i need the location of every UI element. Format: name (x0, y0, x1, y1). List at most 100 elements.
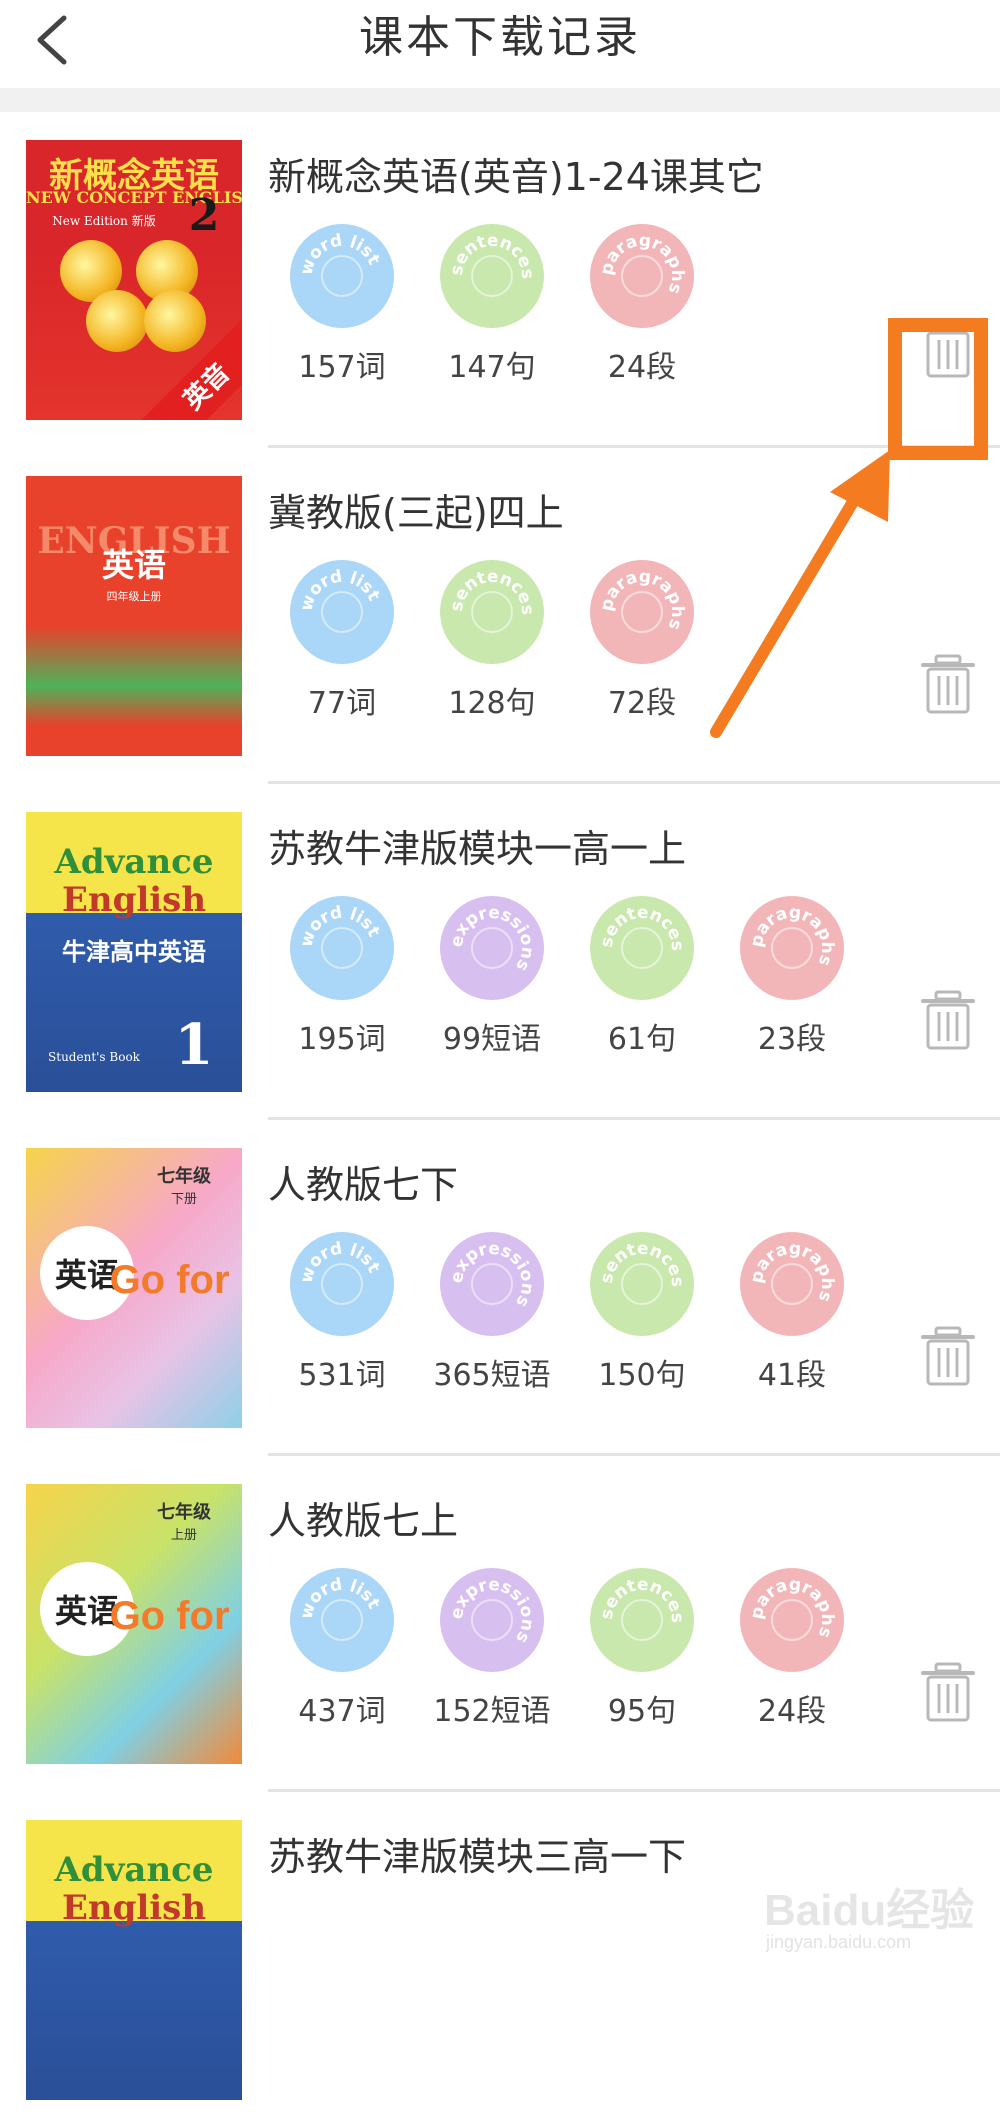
sentence-badge[interactable]: sentences (440, 560, 544, 664)
cover-volume-text: 上册 (170, 1528, 197, 1543)
paragraph-badge-icon: paragraphs (597, 567, 687, 633)
paragraph-badge-icon: paragraphs (747, 1239, 837, 1305)
arrow-annotation (710, 450, 890, 738)
word-stat[interactable]: word list 195词 (290, 896, 394, 1066)
delete-button[interactable] (920, 1662, 976, 1722)
book-cover-image[interactable]: 七年级上册英语Go for it! (26, 1484, 242, 1764)
sentence-stat[interactable]: sentences 150句 (590, 1232, 694, 1402)
sentence-badge-icon: sentences (597, 1239, 687, 1305)
paragraph-stat[interactable]: paragraphs 24段 (590, 224, 694, 394)
word-badge[interactable]: word list (290, 224, 394, 328)
word-stat[interactable]: word list 437词 (290, 1568, 394, 1738)
word-badge[interactable]: word list (290, 896, 394, 1000)
paragraph-badge[interactable]: paragraphs (590, 224, 694, 328)
book-record-item[interactable]: 新概念英语 NEW CONCEPT ENGLISH New Edition 新版 2 英… (0, 112, 1000, 448)
expression-badge[interactable]: expressions (440, 1568, 544, 1672)
word-badge-icon: word list (296, 231, 384, 297)
expression-stat[interactable]: expressions 365短语 (433, 1232, 551, 1402)
expression-badge-icon: expressions (447, 903, 538, 975)
paragraph-stat[interactable]: paragraphs 23段 (740, 896, 844, 1066)
svg-text:word list: word list (296, 567, 383, 614)
svg-text:paragraphs: paragraphs (747, 903, 837, 969)
cover-illustration (26, 626, 242, 726)
svg-text:paragraphs: paragraphs (597, 567, 687, 633)
book-cover-image[interactable]: 新概念英语 NEW CONCEPT ENGLISH New Edition 新版 2 英… (26, 140, 242, 420)
word-badge-icon: word list (296, 903, 384, 969)
sentence-badge[interactable]: sentences (590, 1232, 694, 1336)
paragraph-badge-icon: paragraphs (747, 903, 837, 969)
paragraph-badge[interactable]: paragraphs (740, 896, 844, 1000)
paragraph-badge-icon: paragraphs (597, 231, 687, 297)
trash-icon (921, 1662, 975, 1722)
sentence-badge[interactable]: sentences (590, 1568, 694, 1672)
book-title[interactable]: 苏教牛津版模块一高一上 (268, 824, 686, 874)
paragraph-badge[interactable]: paragraphs (590, 560, 694, 664)
expression-stat[interactable]: expressions 99短语 (440, 896, 544, 1066)
paragraph-stat[interactable]: paragraphs 72段 (590, 560, 694, 730)
sentence-badge[interactable]: sentences (440, 224, 544, 328)
delete-button[interactable] (920, 1326, 976, 1386)
word-badge[interactable]: word list (290, 560, 394, 664)
word-badge[interactable]: word list (290, 1232, 394, 1336)
top-bar: 课本下载记录 (0, 0, 1000, 88)
back-button[interactable] (24, 10, 84, 70)
svg-text:expressions: expressions (447, 903, 538, 975)
trash-icon (921, 990, 975, 1050)
delete-button[interactable] (920, 654, 976, 714)
book-record-item[interactable]: Advance English 牛津高中英语 1 Student's Book 苏教牛津版… (0, 784, 1000, 1120)
sentence-badge[interactable]: sentences (590, 896, 694, 1000)
cover-goforit-text: Go for it! (109, 1594, 242, 1638)
word-badge-icon: word list (296, 1239, 384, 1305)
cover-english-text: English (61, 1888, 207, 1928)
cover-number-text: 2 (188, 190, 220, 241)
book-title[interactable]: 苏教牛津版模块三高一下 (268, 1832, 686, 1882)
sentence-badge-icon: sentences (447, 567, 537, 633)
book-record-item[interactable]: 七年级下册英语Go for it! 人教版七下 word list531词 expre… (0, 1120, 1000, 1456)
book-record-item[interactable]: 七年级上册英语Go for it! 人教版七上 word list437词 expre… (0, 1456, 1000, 1792)
baidu-watermark: Baidu经验 jingyan.baidu.com (760, 1860, 990, 1960)
cover-student-text: Student's Book (48, 1050, 140, 1064)
svg-text:word list: word list (296, 1575, 383, 1622)
paragraph-stat[interactable]: paragraphs 41段 (740, 1232, 844, 1402)
cover-number-text: 1 (174, 1012, 214, 1078)
paragraph-badge-icon: paragraphs (747, 1575, 837, 1641)
sentence-stat[interactable]: sentences 61句 (590, 896, 694, 1066)
expression-badge[interactable]: expressions (440, 1232, 544, 1336)
svg-text:paragraphs: paragraphs (597, 231, 687, 297)
book-title[interactable]: 人教版七上 (268, 1496, 458, 1546)
book-cover-image[interactable]: Advance English 牛津高中英语 1 Student's Book (26, 812, 242, 1092)
header-separator (0, 88, 1000, 112)
sentence-stat[interactable]: sentences 147句 (440, 224, 544, 394)
book-cover-image[interactable]: ENGLISH 英语 四年级上册 (26, 476, 242, 756)
word-stat[interactable]: word list 531词 (290, 1232, 394, 1402)
word-stat[interactable]: word list 77词 (290, 560, 394, 730)
book-cover-image[interactable]: 七年级下册英语Go for it! (26, 1148, 242, 1428)
book-record-item[interactable]: Advance English 苏教牛津版模块三高一下 (0, 1792, 1000, 2128)
expression-badge[interactable]: expressions (440, 896, 544, 1000)
expression-badge-icon: expressions (447, 1239, 538, 1311)
book-title[interactable]: 新概念英语(英音)1-24课其它 (268, 152, 764, 202)
cover-ball (144, 290, 206, 352)
sentence-stat[interactable]: sentences 95句 (590, 1568, 694, 1738)
paragraph-count: 24段 (607, 350, 677, 385)
cover-grade-text: 四年级上册 (106, 590, 162, 603)
delete-button[interactable] (920, 990, 976, 1050)
book-title[interactable]: 人教版七下 (268, 1160, 458, 1210)
svg-text:word list: word list (296, 231, 383, 278)
chevron-left-icon (37, 15, 67, 65)
word-badge[interactable]: word list (290, 1568, 394, 1672)
paragraph-badge[interactable]: paragraphs (740, 1568, 844, 1672)
cover-english-text: English (61, 880, 207, 920)
sentence-stat[interactable]: sentences 128句 (440, 560, 544, 730)
book-cover-image[interactable]: Advance English (26, 1820, 242, 2100)
paragraph-count: 23段 (757, 1022, 827, 1057)
paragraph-badge[interactable]: paragraphs (740, 1232, 844, 1336)
watermark-url: jingyan.baidu.com (766, 1932, 912, 1952)
paragraph-stat[interactable]: paragraphs 24段 (740, 1568, 844, 1738)
word-badge-icon: word list (296, 1575, 384, 1641)
book-title[interactable]: 冀教版(三起)四上 (268, 488, 564, 538)
trash-icon (921, 654, 975, 714)
expression-stat[interactable]: expressions 152短语 (433, 1568, 551, 1738)
word-stat[interactable]: word list 157词 (290, 224, 394, 394)
expression-badge-icon: expressions (447, 1575, 538, 1647)
